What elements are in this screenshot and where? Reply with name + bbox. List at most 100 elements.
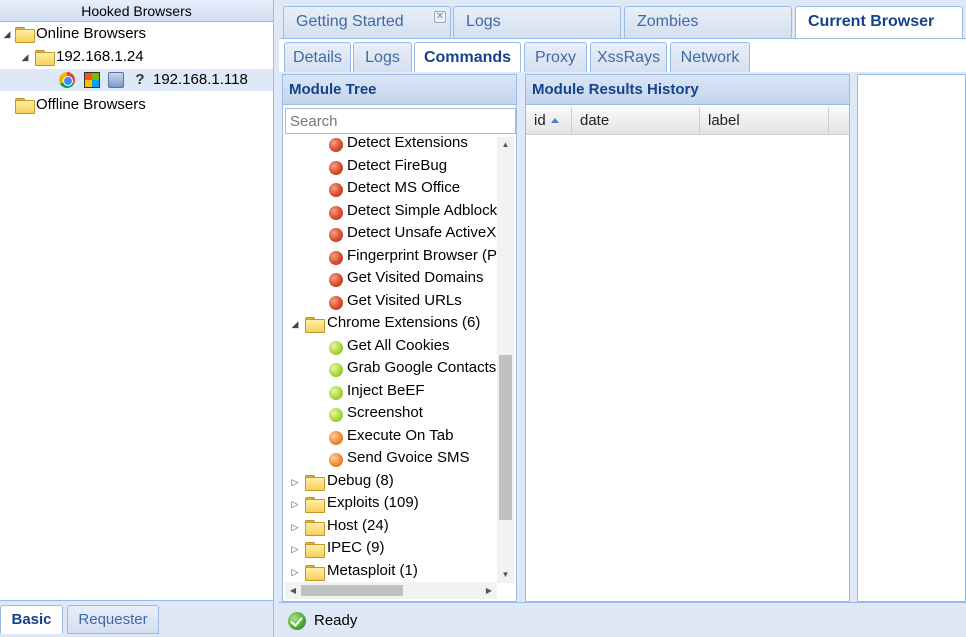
status-green-icon: [329, 385, 343, 400]
module-item[interactable]: Detect Extensions: [283, 135, 497, 155]
status-red-icon: [329, 138, 343, 152]
scroll-right-icon[interactable]: ▶: [481, 582, 497, 599]
module-item[interactable]: Fingerprint Browser (P: [283, 245, 497, 268]
folder-ipec[interactable]: ▷ IPEC (9): [283, 537, 497, 560]
command-detail-panel: [857, 74, 966, 602]
commands-content: Module Tree Detect Extensions Detect Fir…: [279, 72, 966, 602]
sort-asc-icon: [550, 118, 559, 123]
tree-node-online-browsers[interactable]: ◢ Online Browsers: [0, 23, 273, 45]
module-item[interactable]: Detect Simple Adblock: [283, 200, 497, 223]
hooked-browsers-panel: Hooked Browsers ◢ Online Browsers ◢ 192.…: [0, 0, 274, 637]
module-results-title: Module Results History: [526, 75, 849, 105]
expand-arrow-icon[interactable]: ◢: [290, 319, 300, 329]
folder-chrome-extensions[interactable]: ◢ Chrome Extensions (6): [283, 312, 497, 335]
scroll-down-icon[interactable]: ▼: [497, 567, 514, 583]
module-item[interactable]: Get Visited Domains: [283, 267, 497, 290]
expand-arrow-icon[interactable]: ◢: [20, 52, 30, 62]
hooked-browsers-title: Hooked Browsers: [0, 0, 273, 22]
tab-requester[interactable]: Requester: [67, 605, 159, 634]
column-id[interactable]: id: [526, 107, 572, 135]
collapse-arrow-icon[interactable]: ▷: [290, 567, 300, 577]
tab-xssrays[interactable]: XssRays: [590, 42, 667, 73]
column-label: id: [534, 112, 546, 129]
horizontal-scrollbar[interactable]: ◀ ▶: [285, 582, 497, 599]
folder-label: Exploits (109): [327, 494, 419, 511]
vertical-scroll-thumb[interactable]: [499, 355, 512, 520]
status-red-icon: [329, 295, 343, 310]
tab-current-browser[interactable]: Current Browser: [795, 6, 963, 38]
close-icon[interactable]: ✕: [434, 11, 446, 23]
tree-node-offline-browsers[interactable]: Offline Browsers: [0, 94, 273, 116]
folder-debug[interactable]: ▷ Debug (8): [283, 470, 497, 493]
vertical-scrollbar[interactable]: ▲ ▼: [497, 137, 514, 583]
module-label: Get Visited Domains: [347, 269, 484, 286]
status-red-icon: [329, 160, 343, 175]
tab-getting-started[interactable]: Getting Started ✕: [283, 6, 451, 38]
search-box: [285, 108, 516, 134]
module-item[interactable]: Detect MS Office: [283, 177, 497, 200]
tab-commands[interactable]: Commands: [414, 42, 521, 73]
tree-node-hooked-browser[interactable]: ? 192.168.1.118: [0, 69, 273, 91]
module-item[interactable]: Get Visited URLs: [283, 290, 497, 313]
module-item[interactable]: Detect FireBug: [283, 155, 497, 178]
scroll-left-icon[interactable]: ◀: [285, 582, 301, 599]
tab-proxy[interactable]: Proxy: [524, 42, 587, 73]
module-label: Inject BeEF: [347, 381, 425, 399]
module-list: Detect Extensions Detect FireBug Detect …: [283, 135, 497, 583]
module-label: Get Visited URLs: [347, 291, 462, 309]
status-red-icon: [329, 250, 343, 265]
sub-tab-bar: Details Logs Commands Proxy XssRays Netw…: [279, 38, 966, 73]
module-item[interactable]: Send Gvoice SMS: [283, 447, 497, 470]
column-date[interactable]: date: [572, 107, 700, 135]
tab-logs[interactable]: Logs: [453, 6, 621, 38]
folder-exploits[interactable]: ▷ Exploits (109): [283, 492, 497, 515]
left-bottom-tabs: Basic Requester: [0, 600, 273, 637]
module-item[interactable]: Screenshot: [283, 402, 497, 425]
module-label: Detect Extensions: [347, 135, 468, 151]
folder-icon: [305, 542, 325, 558]
folder-metasploit[interactable]: ▷ Metasploit (1): [283, 560, 497, 583]
module-tree-panel: Module Tree Detect Extensions Detect Fir…: [282, 74, 517, 602]
expand-arrow-icon[interactable]: ◢: [2, 29, 12, 39]
tab-sub-logs[interactable]: Logs: [353, 42, 412, 73]
module-item[interactable]: Get All Cookies: [283, 335, 497, 358]
status-green-icon: [329, 340, 343, 355]
status-bar: Ready: [279, 602, 966, 637]
tab-details[interactable]: Details: [284, 42, 351, 73]
tab-basic[interactable]: Basic: [0, 605, 63, 634]
module-item[interactable]: Execute On Tab: [283, 425, 497, 448]
folder-label: Metasploit (1): [327, 561, 418, 579]
folder-label: Host (24): [327, 516, 389, 534]
module-item[interactable]: Detect Unsafe ActiveX: [283, 222, 497, 245]
module-item[interactable]: Inject BeEF: [283, 380, 497, 403]
collapse-arrow-icon[interactable]: ▷: [290, 499, 300, 509]
horizontal-scroll-thumb[interactable]: [301, 585, 403, 596]
module-item[interactable]: Grab Google Contacts: [283, 357, 497, 380]
module-label: Detect Unsafe ActiveX: [347, 224, 497, 241]
collapse-arrow-icon[interactable]: ▷: [290, 477, 300, 487]
module-label: Detect MS Office: [347, 179, 461, 196]
scroll-up-icon[interactable]: ▲: [497, 137, 514, 153]
windows-icon: [84, 72, 100, 88]
module-label: Send Gvoice SMS: [347, 449, 470, 466]
folder-icon: [305, 474, 325, 491]
folder-host[interactable]: ▷ Host (24): [283, 515, 497, 538]
folder-icon: [305, 519, 325, 536]
tab-network[interactable]: Network: [670, 42, 750, 73]
folder-label: IPEC (9): [327, 539, 385, 556]
tree-label-subnet: 192.168.1.24: [56, 48, 144, 65]
collapse-arrow-icon[interactable]: ▷: [290, 522, 300, 532]
status-green-icon: [329, 363, 343, 377]
status-green-icon: [329, 408, 343, 422]
search-input[interactable]: [285, 108, 516, 134]
tree-label-offline: Offline Browsers: [36, 96, 146, 113]
module-label: Fingerprint Browser (P: [347, 246, 497, 264]
collapse-arrow-icon[interactable]: ▷: [290, 544, 300, 554]
tree-node-subnet[interactable]: ◢ 192.168.1.24: [0, 46, 273, 68]
column-label-header[interactable]: label: [700, 107, 829, 135]
tab-zombies[interactable]: Zombies: [624, 6, 792, 38]
folder-icon: [15, 98, 35, 114]
hardware-icon: [108, 72, 124, 88]
module-label: Detect Simple Adblock: [347, 201, 497, 219]
module-results-panel: Module Results History id date label: [525, 74, 850, 602]
